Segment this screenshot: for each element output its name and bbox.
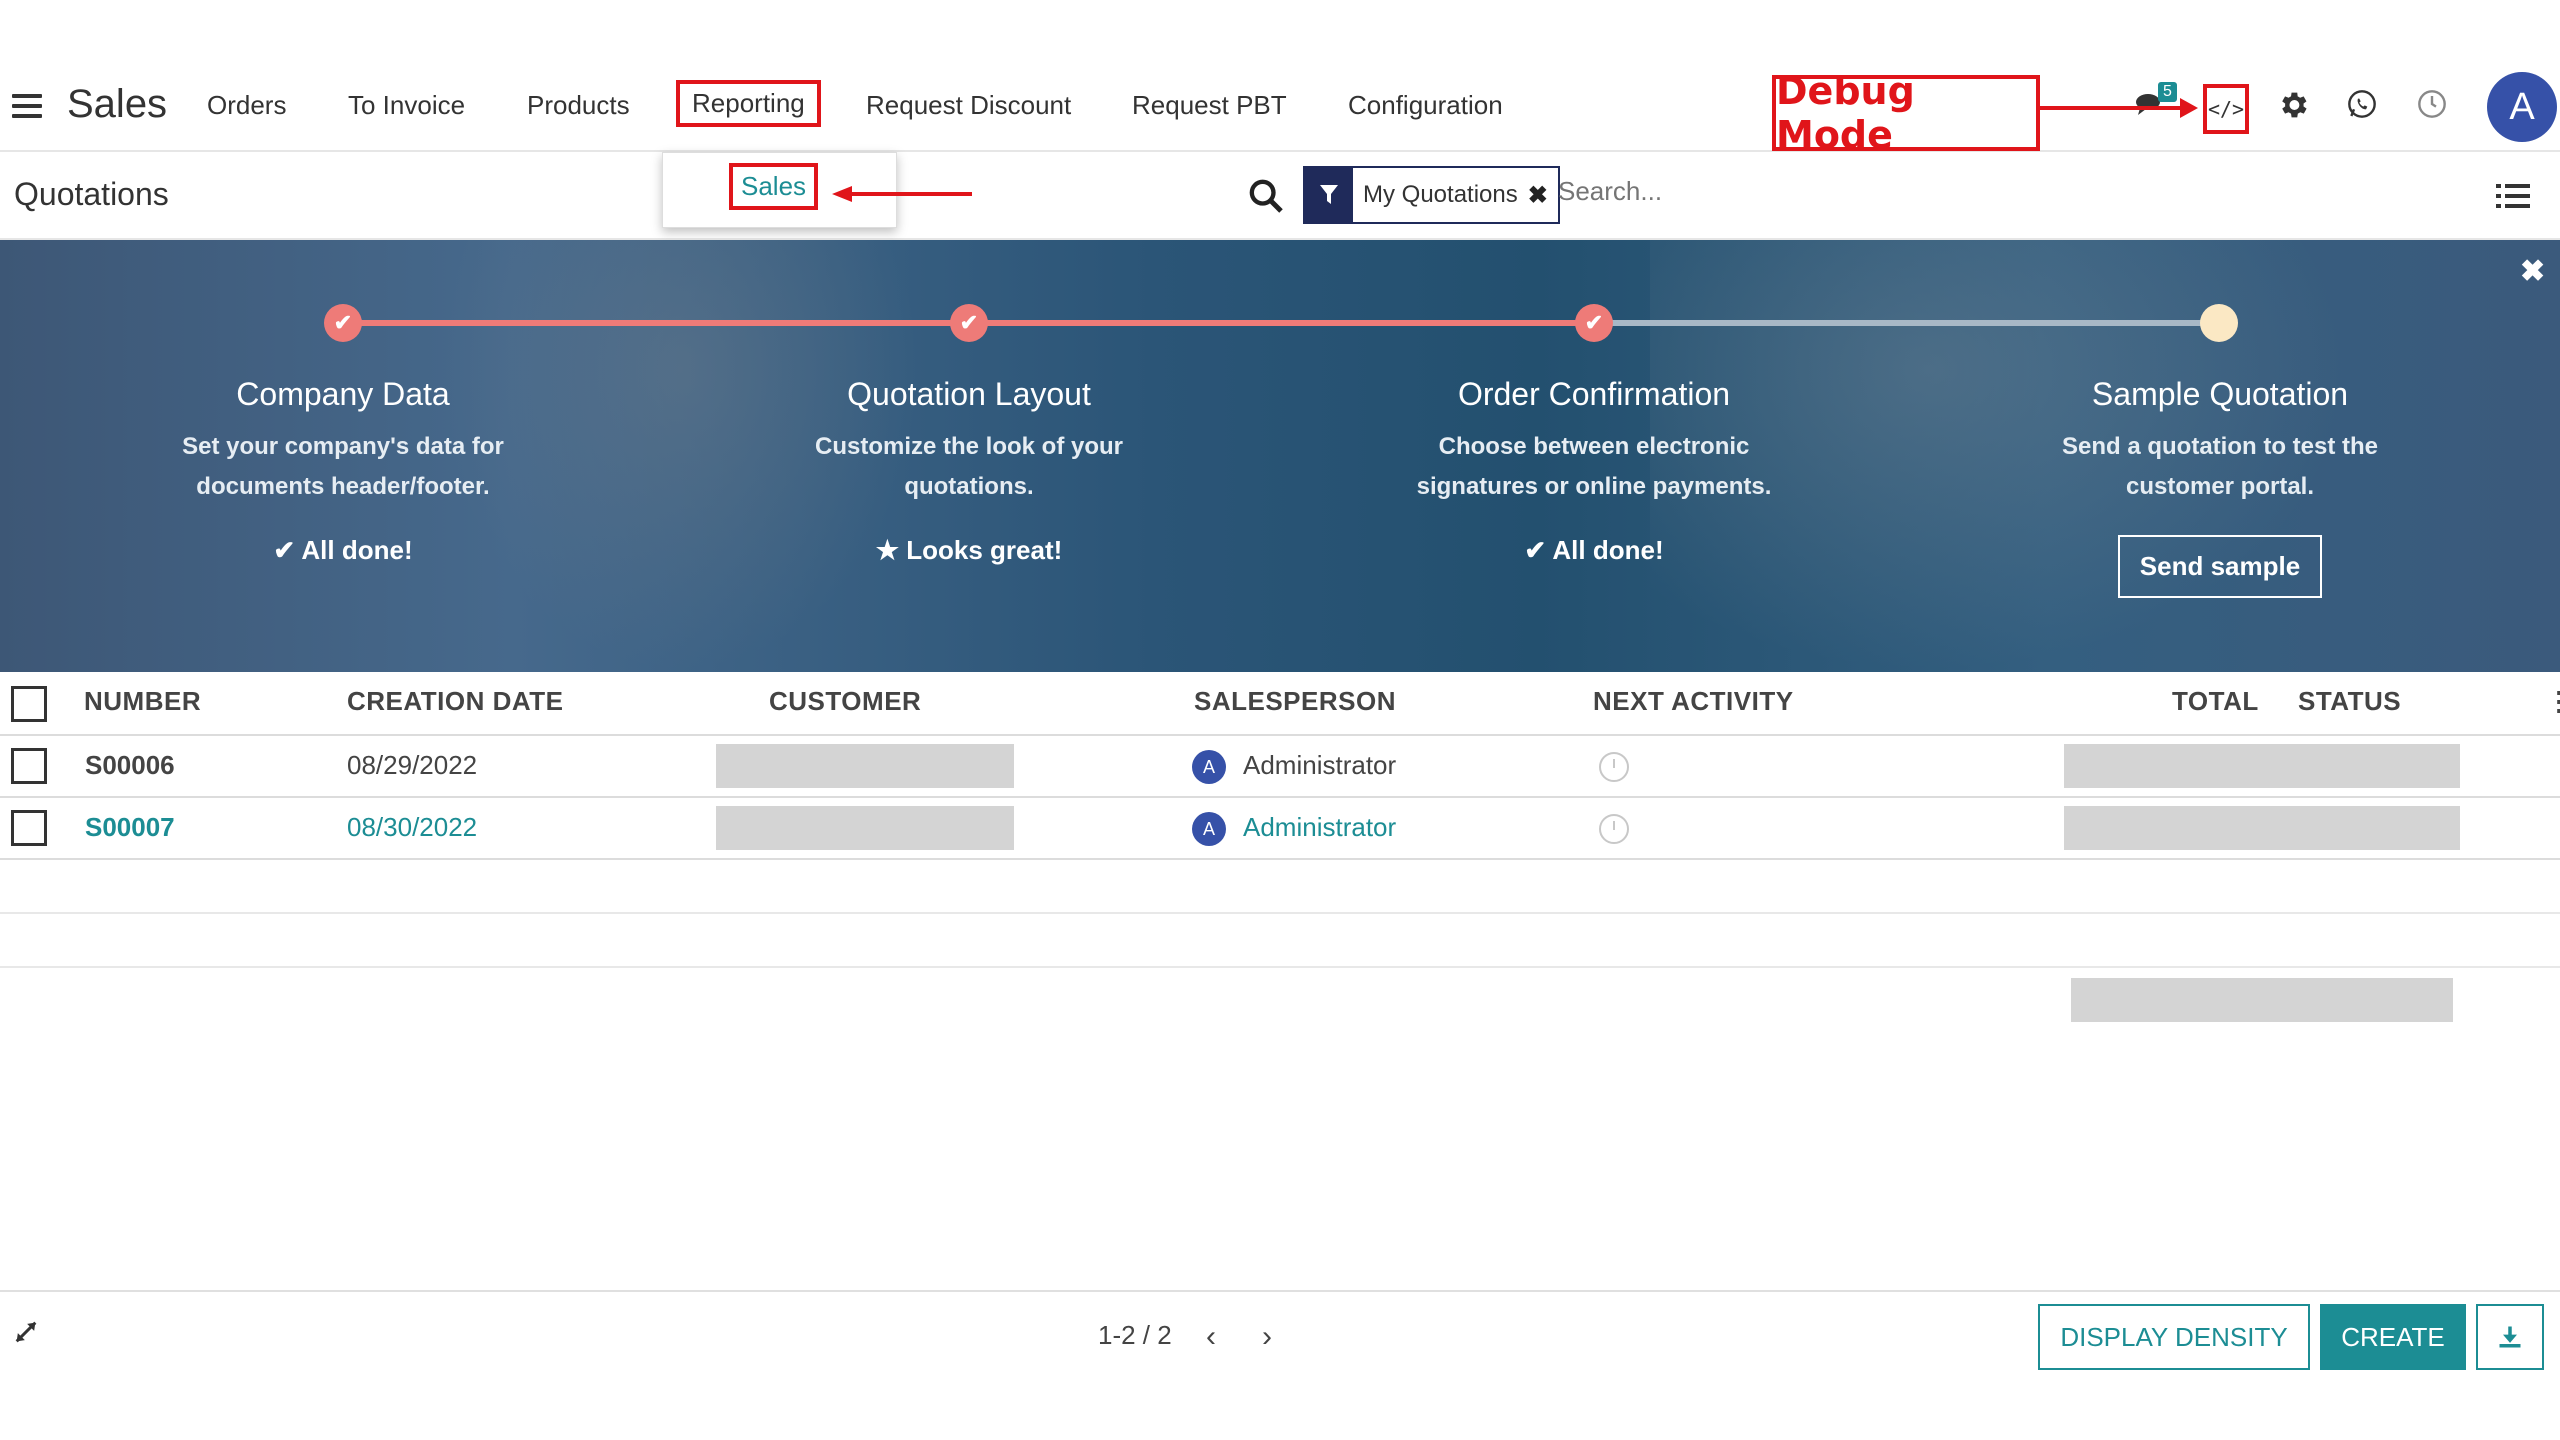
optional-columns-icon[interactable]: ⋮ (2546, 686, 2560, 717)
table-row[interactable]: S00007 08/30/2022 A Administrator (0, 798, 2560, 860)
check-icon: ✔ (1524, 535, 1553, 565)
settings-gear-icon[interactable] (2276, 88, 2310, 122)
step-status: ★ Looks great! (875, 535, 1063, 565)
col-salesperson[interactable]: SALESPERSON (1194, 686, 1396, 717)
pager-previous-icon[interactable]: ‹ (1206, 1320, 1216, 1354)
empty-row-divider (0, 912, 2560, 914)
cell-number: S00007 (85, 812, 175, 842)
col-status[interactable]: STATUS (2298, 686, 2401, 717)
facet-label: My Quotations (1353, 168, 1528, 222)
step-desc: Customize the look of your (814, 433, 1123, 460)
cell-salesperson: Administrator (1243, 750, 1397, 780)
step-title: Sample Quotation (2091, 376, 2349, 412)
step-title: Quotation Layout (847, 376, 1091, 412)
customer-redacted (716, 806, 1014, 850)
create-button[interactable]: CREATE (2320, 1304, 2466, 1370)
cell-date: 08/30/2022 (347, 812, 478, 842)
search-icon[interactable] (1246, 176, 1286, 216)
facet-remove-icon[interactable]: ✖ (1528, 168, 1558, 222)
debug-mode-annotation: Debug Mode (1772, 69, 2040, 157)
activity-clock-icon[interactable] (1599, 814, 1629, 844)
activity-clock-icon[interactable] (1599, 752, 1629, 782)
select-all-checkbox[interactable] (11, 686, 47, 722)
expand-icon[interactable] (12, 1318, 40, 1346)
search-input[interactable] (1558, 176, 2158, 207)
salesperson-avatar: A (1192, 812, 1226, 846)
check-icon: ✔ (273, 535, 302, 565)
control-panel: Quotations My Quotations ✖ (0, 152, 2560, 240)
star-icon: ★ (875, 535, 907, 565)
display-density-button[interactable]: DISPLAY DENSITY (2038, 1304, 2310, 1370)
menu-orders[interactable]: Orders (207, 90, 286, 121)
step-desc: signatures or online payments. (1416, 473, 1772, 500)
menu-reporting[interactable]: Reporting (676, 80, 821, 127)
step-title: Company Data (236, 376, 450, 412)
onboarding-banner: ✔ ✔ ✔ Company Data Set your company's da… (0, 240, 2560, 672)
step-title: Order Confirmation (1457, 376, 1731, 412)
step-company-data[interactable]: Company Data Set your company's data for… (103, 376, 583, 566)
salesperson-avatar: A (1192, 750, 1226, 784)
empty-row-divider (0, 966, 2560, 968)
step-desc: Choose between electronic (1438, 433, 1750, 460)
step-pending-dot (2200, 304, 2238, 342)
activity-clock-icon[interactable] (2416, 88, 2448, 120)
dropdown-item-sales[interactable]: Sales (729, 163, 819, 210)
col-customer[interactable]: CUSTOMER (769, 686, 921, 717)
list-footer: 1-2 / 2 ‹ › DISPLAY DENSITY CREATE (0, 1290, 2560, 1390)
download-icon[interactable] (2476, 1304, 2544, 1370)
step-desc: quotations. (904, 473, 1034, 500)
step-order-confirmation[interactable]: Order Confirmation Choose between electr… (1354, 376, 1834, 566)
menu-to-invoice[interactable]: To Invoice (348, 90, 465, 121)
step-desc: customer portal. (2125, 473, 2315, 500)
footer-total-redacted (2071, 978, 2453, 1022)
step-quotation-layout[interactable]: Quotation Layout Customize the look of y… (729, 376, 1209, 566)
filter-icon (1305, 168, 1353, 222)
col-total[interactable]: TOTAL (2172, 686, 2259, 717)
step-status: ✔ All done! (1524, 535, 1664, 565)
breadcrumb: Quotations (14, 176, 169, 212)
cell-salesperson: Administrator (1243, 812, 1397, 842)
step-status: ✔ All done! (273, 535, 413, 565)
step-desc: Set your company's data for (182, 433, 504, 460)
annotation-arrow-right (2040, 98, 2198, 118)
step-check-icon: ✔ (324, 304, 362, 342)
user-avatar[interactable]: A (2487, 72, 2557, 142)
pager-value[interactable]: 1-2 / 2 (1098, 1320, 1172, 1351)
apps-menu-icon[interactable] (12, 94, 42, 120)
search-facet: My Quotations ✖ (1303, 166, 1560, 224)
step-check-icon: ✔ (1575, 304, 1613, 342)
row-checkbox[interactable] (11, 748, 47, 784)
debug-icon[interactable]: </> (2203, 84, 2249, 134)
menu-request-pbt[interactable]: Request PBT (1132, 90, 1287, 121)
col-number[interactable]: NUMBER (84, 686, 201, 717)
table-row[interactable]: S00006 08/29/2022 A Administrator (0, 736, 2560, 798)
list-view-icon[interactable] (2496, 182, 2530, 210)
send-sample-button[interactable]: Send sample (2117, 535, 2323, 598)
customer-redacted (716, 744, 1014, 788)
step-check-icon: ✔ (950, 304, 988, 342)
cell-number: S00006 (85, 750, 175, 780)
step-desc: Send a quotation to test the (2062, 433, 2378, 460)
total-status-redacted (2064, 744, 2460, 788)
whatsapp-icon[interactable] (2346, 88, 2378, 120)
menu-configuration[interactable]: Configuration (1348, 90, 1503, 121)
col-next-activity[interactable]: NEXT ACTIVITY (1593, 686, 1794, 717)
cell-date: 08/29/2022 (347, 750, 478, 780)
total-status-redacted (2064, 806, 2460, 850)
progress-track-pending (1594, 320, 2219, 326)
close-banner-icon[interactable]: ✖ (2520, 254, 2545, 289)
app-title[interactable]: Sales (67, 82, 167, 127)
step-sample-quotation[interactable]: Sample Quotation Send a quotation to tes… (1980, 376, 2460, 598)
row-checkbox[interactable] (11, 810, 47, 846)
pager-next-icon[interactable]: › (1262, 1320, 1272, 1354)
step-desc: documents header/footer. (196, 473, 490, 500)
annotation-arrow-left (832, 186, 972, 202)
menu-products[interactable]: Products (527, 90, 630, 121)
menu-request-discount[interactable]: Request Discount (866, 90, 1071, 121)
col-creation-date[interactable]: CREATION DATE (347, 686, 563, 717)
table-header: NUMBER CREATION DATE CUSTOMER SALESPERSO… (0, 672, 2560, 736)
